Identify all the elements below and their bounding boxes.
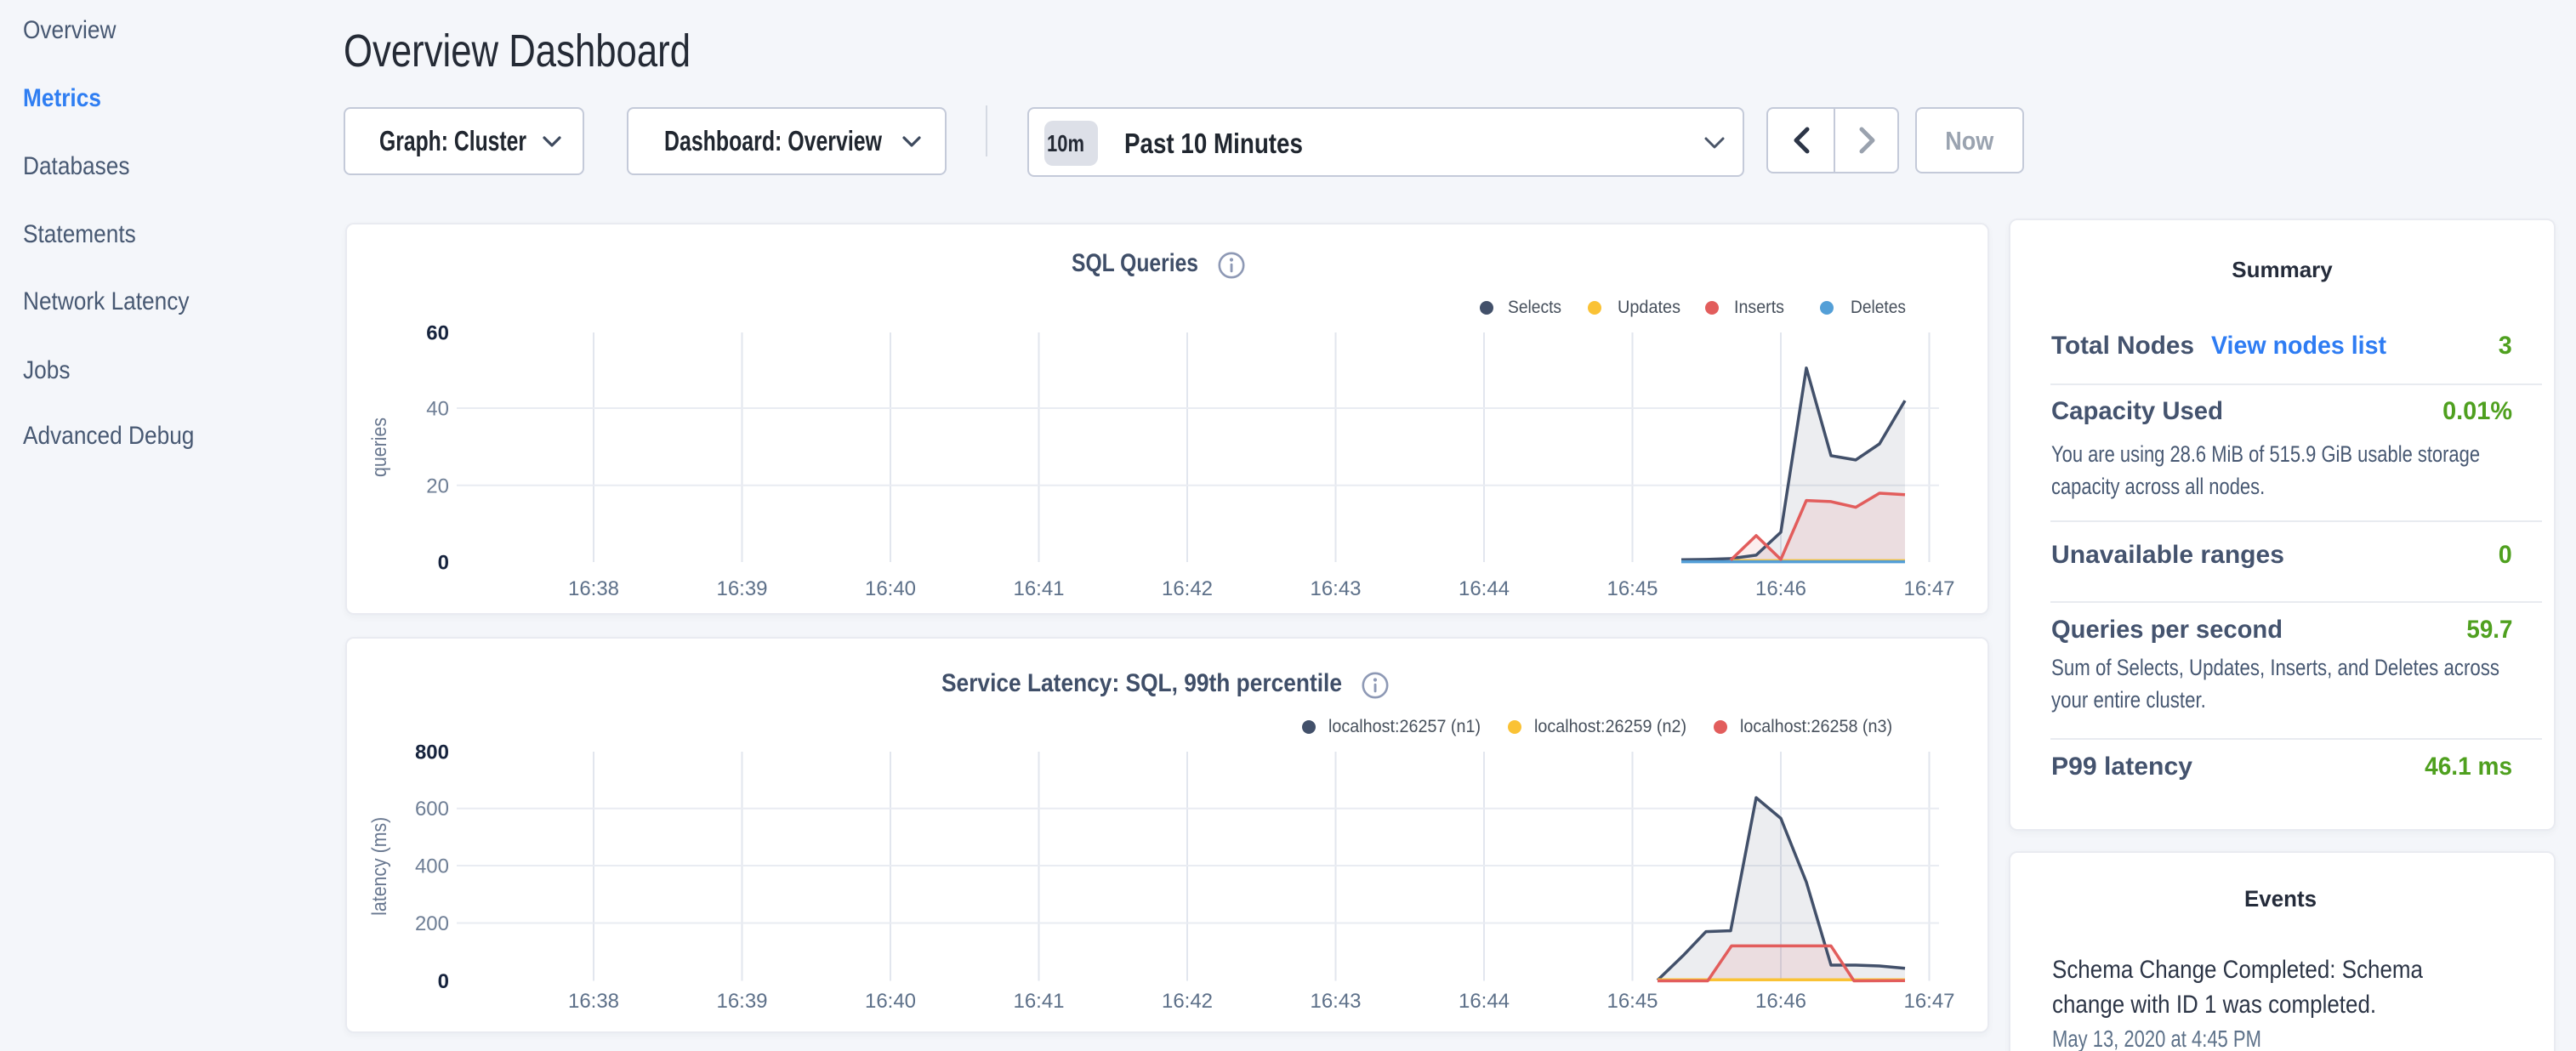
svg-text:16:41: 16:41 xyxy=(1013,990,1064,1013)
svg-text:16:44: 16:44 xyxy=(1459,990,1510,1013)
svg-text:400: 400 xyxy=(415,855,449,878)
svg-text:16:46: 16:46 xyxy=(1755,990,1806,1013)
svg-text:16:47: 16:47 xyxy=(1903,990,1954,1013)
svg-text:20: 20 xyxy=(426,474,449,497)
svg-text:latency (ms): latency (ms) xyxy=(368,817,391,916)
svg-text:60: 60 xyxy=(426,322,449,345)
svg-text:16:42: 16:42 xyxy=(1162,990,1213,1013)
svg-text:16:39: 16:39 xyxy=(716,990,767,1013)
svg-text:16:38: 16:38 xyxy=(568,577,619,600)
svg-text:0: 0 xyxy=(438,552,449,575)
svg-text:queries: queries xyxy=(368,418,391,477)
svg-text:16:47: 16:47 xyxy=(1903,577,1954,600)
svg-text:16:38: 16:38 xyxy=(568,990,619,1013)
svg-text:0: 0 xyxy=(438,970,449,993)
svg-text:16:42: 16:42 xyxy=(1162,577,1213,600)
svg-text:40: 40 xyxy=(426,398,449,421)
svg-text:16:43: 16:43 xyxy=(1310,577,1361,600)
svg-text:600: 600 xyxy=(415,798,449,821)
svg-text:16:40: 16:40 xyxy=(865,990,916,1013)
svg-text:16:44: 16:44 xyxy=(1459,577,1510,600)
svg-text:16:39: 16:39 xyxy=(716,577,767,600)
svg-text:16:46: 16:46 xyxy=(1755,577,1806,600)
svg-text:200: 200 xyxy=(415,912,449,935)
svg-text:16:43: 16:43 xyxy=(1310,990,1361,1013)
svg-text:16:41: 16:41 xyxy=(1013,577,1064,600)
svg-text:16:45: 16:45 xyxy=(1606,577,1658,600)
svg-text:16:40: 16:40 xyxy=(865,577,916,600)
svg-text:16:45: 16:45 xyxy=(1606,990,1658,1013)
svg-text:800: 800 xyxy=(415,741,449,764)
